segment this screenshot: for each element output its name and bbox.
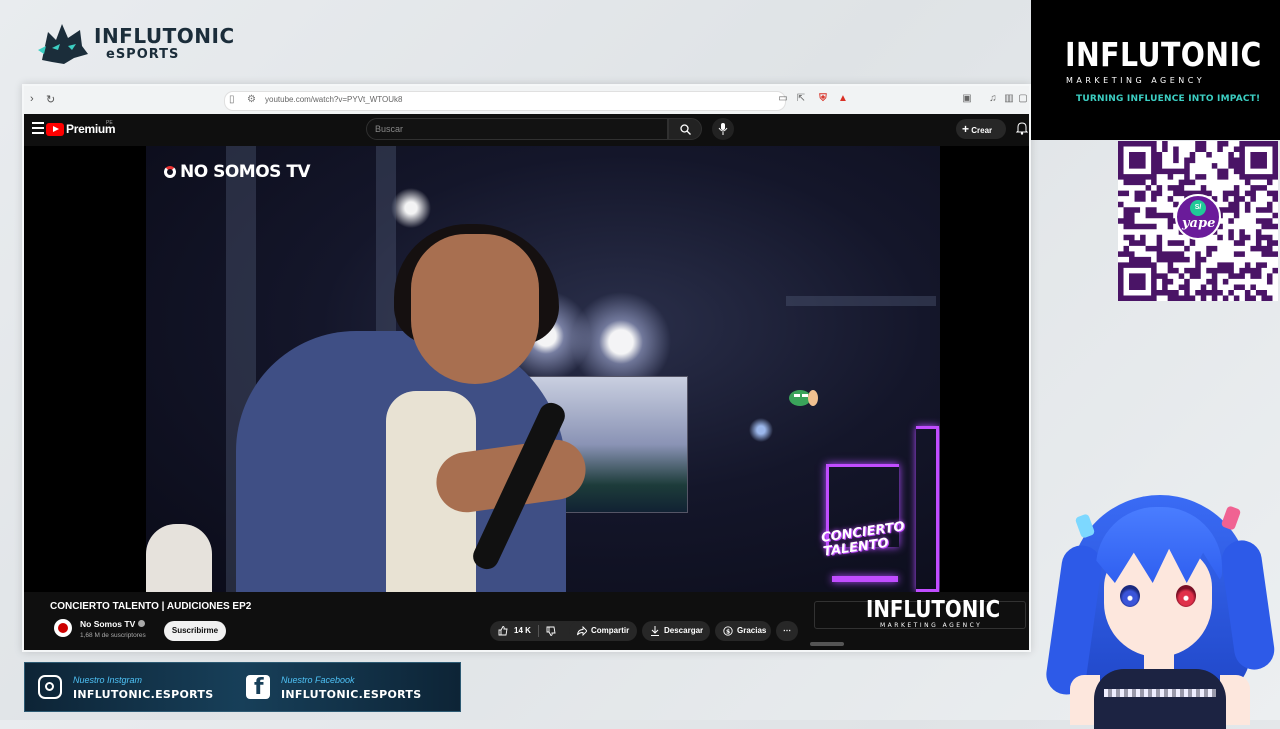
cast-icon[interactable]: ▭ [776,92,790,106]
influtonic-overlay-sub: MARKETING AGENCY [880,622,983,629]
esports-brand-text: INFLUTONIC [94,24,235,48]
hair-ribbon-icon [1220,505,1242,531]
video-title: CONCIERTO TALENTO | AUDICIONES EP2 [50,601,252,612]
youtube-logo-icon[interactable] [46,123,64,136]
share-icon [577,626,587,636]
search-button[interactable] [668,118,702,140]
download-button[interactable]: Descargar [642,621,710,641]
agency-panel: INFLUTONIC MARKETING AGENCY TURNING INFL… [1031,0,1280,140]
dislike-icon[interactable] [546,626,556,636]
channel-name[interactable]: No Somos TV [80,619,135,629]
scrollbar[interactable] [810,642,844,646]
influtonic-overlay-logo: INFLUTONIC MARKETING AGENCY [866,598,1014,636]
alert-extension-icon[interactable]: ▲ [836,92,850,106]
menu-icon[interactable] [32,122,44,134]
verified-icon [138,620,145,627]
chair [146,524,212,592]
create-button[interactable]: + Crear [956,119,1006,139]
thanks-button[interactable]: $ Gracias [715,621,771,641]
browser-window: › ↻ ▯ ⚙ youtube.com/watch?v=PYVt_WTOUk8 … [22,84,1031,652]
yape-logo: S/ yape [1175,194,1221,240]
mic-icon [718,123,728,135]
share-button[interactable]: Compartir [569,621,637,641]
like-count[interactable]: 14 K [514,621,531,641]
bookmark-icon[interactable]: ▯ [229,94,235,105]
address-bar[interactable]: ▯ ⚙ youtube.com/watch?v=PYVt_WTOUk8 [224,91,786,111]
nosomos-channel-logo: NO SOMOS TV [164,162,311,182]
svg-text:$: $ [726,629,730,636]
instagram-icon [38,675,62,699]
video-frame[interactable]: NO SOMOS TV CONCIERTO TALENTO [146,146,940,592]
hair-ribbon-icon [1074,513,1096,539]
avatar-left-eye [1120,585,1140,607]
forward-icon[interactable]: › [30,93,34,105]
facebook-handle: INFLUTONIC.ESPORTS [281,688,422,701]
search-icon [680,124,691,135]
channel-avatar[interactable] [54,619,72,637]
power-icon [164,166,176,178]
video-player[interactable]: NO SOMOS TV CONCIERTO TALENTO [24,146,1029,592]
browser-toolbar: › ↻ ▯ ⚙ youtube.com/watch?v=PYVt_WTOUk8 … [24,86,1029,115]
social-footer: Nuestro Instgram INFLUTONIC.ESPORTS f Nu… [24,662,461,712]
agency-subtitle: MARKETING AGENCY [1066,76,1206,85]
create-label: Crear [971,126,993,135]
agency-title: INFLUTONIC [1065,35,1262,74]
url-text: youtube.com/watch?v=PYVt_WTOUk8 [265,95,403,104]
bell-icon[interactable] [1016,122,1028,135]
yape-qr-code: S/ yape [1118,141,1278,301]
reload-icon[interactable]: ↻ [46,93,55,106]
search-input[interactable]: Buscar [366,118,668,140]
like-icon[interactable] [498,626,508,636]
country-code: PE [106,120,113,126]
sidepanel-icon[interactable]: ▥ [1002,92,1016,106]
media-icon[interactable]: ♫ [986,92,1000,106]
site-info-icon[interactable]: ⚙ [247,94,256,105]
more-actions-button[interactable]: ⋯ [776,621,798,641]
influtonic-overlay-title: INFLUTONIC [866,597,1001,623]
instagram-handle: INFLUTONIC.ESPORTS [73,688,214,701]
wolf-mascot-icon [38,24,88,64]
facebook-label: Nuestro Facebook [281,675,355,685]
subscribe-button[interactable]: Suscribirme [164,621,226,641]
voice-search-button[interactable] [712,118,734,140]
facebook-icon: f [246,675,270,700]
pepe-emote-icon [789,390,818,406]
tab-search-icon[interactable]: ▣ [960,92,974,106]
share-page-icon[interactable]: ⇱ [794,92,808,106]
search-placeholder: Buscar [375,124,404,134]
esports-sub-text: eSPORTS [106,47,180,62]
thanks-icon: $ [723,626,733,636]
vtuber-avatar [1040,485,1280,729]
instagram-label: Nuestro Instgram [73,675,143,685]
shield-extension-icon[interactable]: ⛨ [816,92,830,106]
person-head [411,234,539,384]
avatar-right-eye [1176,585,1196,607]
subscriber-count: 1,68 M de suscriptores [80,632,146,639]
plus-icon: + [962,122,970,136]
youtube-header: Premium PE Buscar + Crear [24,114,1029,146]
window-icon[interactable]: ▢ [1016,92,1029,106]
agency-tagline: TURNING INFLUENCE INTO IMPACT! [1076,94,1261,104]
esports-logo: INFLUTONIC eSPORTS [36,20,234,66]
download-icon [651,626,659,636]
